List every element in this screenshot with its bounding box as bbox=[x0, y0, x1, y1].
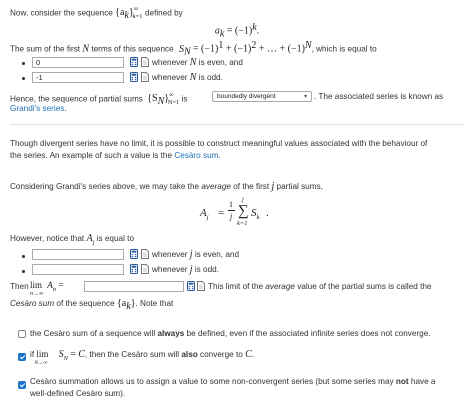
para2-line1: Though divergent series have no limit, i… bbox=[10, 139, 428, 148]
answer-input-j-even[interactable] bbox=[32, 249, 124, 260]
select-value: boundedly divergent bbox=[217, 93, 276, 100]
bullet bbox=[22, 77, 25, 80]
option-checkbox-2[interactable] bbox=[18, 353, 26, 361]
bullet bbox=[22, 270, 25, 273]
divider bbox=[10, 124, 464, 125]
intro-text: Now, consider the sequence bbox=[10, 8, 113, 18]
option-label-3: Cesàro summation allows us to assign a v… bbox=[30, 377, 436, 386]
preview-icon[interactable] bbox=[197, 281, 205, 291]
para3-line: Considering Grandi's series above, we ma… bbox=[10, 181, 323, 192]
answer-input-j-odd[interactable] bbox=[32, 264, 124, 275]
option-label-3-line2: well-defined Cesàro sum). bbox=[30, 389, 126, 398]
case-even-label: whenever N is even, and bbox=[152, 57, 243, 68]
answer-input-odd[interactable]: -1 bbox=[32, 72, 124, 83]
then-line2: Cesàro sum of the sequence {ak}. Note th… bbox=[10, 298, 174, 312]
bullet bbox=[22, 255, 25, 258]
grandi-line: Grandi's series. bbox=[10, 104, 67, 113]
preview-icon[interactable] bbox=[141, 72, 149, 82]
para2-line2: the series. An example of such a value i… bbox=[10, 151, 221, 160]
case-j-odd-label: whenever j is odd. bbox=[152, 264, 219, 275]
preview-icon[interactable] bbox=[141, 57, 149, 67]
case-odd-label: whenever N is odd. bbox=[152, 72, 223, 83]
then-line: Then bbox=[10, 282, 29, 291]
option-checkbox-1[interactable] bbox=[18, 330, 26, 338]
preview-icon[interactable] bbox=[141, 264, 149, 274]
intro-line: Now, consider the sequence {ak}∞k=1 defi… bbox=[10, 6, 183, 23]
answer-input-limit[interactable] bbox=[84, 281, 184, 292]
however-line: However, notice that Aj is equal to bbox=[10, 233, 134, 246]
bullet bbox=[22, 62, 25, 65]
chevron-down-icon: ▾ bbox=[303, 94, 307, 100]
calculator-icon[interactable] bbox=[130, 264, 138, 274]
then-after: This limit of the average value of the p… bbox=[208, 282, 432, 291]
formula-ak: ak = (−1)k. bbox=[214, 22, 260, 40]
case-j-even-label: whenever j is even, and bbox=[152, 249, 240, 260]
option-checkbox-3[interactable] bbox=[18, 381, 26, 389]
cesaro-sum-link[interactable]: Cesàro sum bbox=[174, 151, 218, 160]
convergence-select[interactable]: boundedly divergent ▾ bbox=[212, 91, 312, 102]
answer-input-even[interactable]: 0 bbox=[32, 57, 124, 68]
intro-text-after: defined by bbox=[144, 8, 183, 18]
limit-notation: lim An = n→∞ bbox=[30, 280, 64, 297]
calculator-icon[interactable] bbox=[130, 57, 138, 67]
sequence-notation: {ak}∞k=1 bbox=[115, 6, 143, 22]
grandi-series-link[interactable]: Grandi's series bbox=[10, 104, 64, 113]
calculator-icon[interactable] bbox=[187, 281, 195, 291]
formula-average: Aj = 1 j j ∑ k=1 Sk . bbox=[200, 196, 269, 227]
option-label-2: if lim N→∞ SN = C, then the Cesàro sum w… bbox=[30, 349, 255, 366]
calculator-icon[interactable] bbox=[130, 72, 138, 82]
option-label-1: the Cesàro sum of a sequence will always… bbox=[30, 329, 431, 338]
preview-icon[interactable] bbox=[141, 249, 149, 259]
calculator-icon[interactable] bbox=[130, 249, 138, 259]
hence-after: . The associated series is known as bbox=[314, 92, 444, 101]
page: Now, consider the sequence {ak}∞k=1 defi… bbox=[0, 0, 474, 415]
